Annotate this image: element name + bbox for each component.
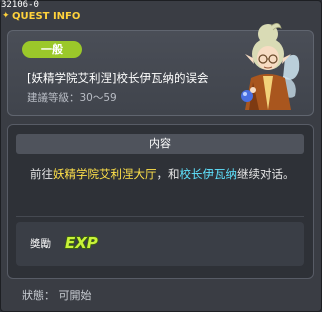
exp-reward-icon: EXP bbox=[64, 233, 98, 251]
quest-recommended-level: 建議等級：30～59 bbox=[27, 92, 117, 104]
desc-suffix: 继续对话。 bbox=[237, 167, 295, 181]
quest-id: 32106-0 bbox=[1, 0, 39, 10]
exp-reward-text: EXP bbox=[65, 234, 98, 251]
quest-name: [妖精学院艾利涅]校长伊瓦纳的误会 bbox=[27, 71, 209, 85]
desc-map-name: 妖精学院艾利涅大厅 bbox=[53, 167, 157, 181]
quest-status: 狀態： 可開始 bbox=[22, 289, 92, 302]
desc-mid: ，和 bbox=[156, 167, 180, 181]
title-star-icon: ✦ bbox=[2, 11, 10, 21]
quest-description: 前往妖精学院艾利涅大厅，和校长伊瓦纳继续对话。 bbox=[30, 164, 300, 184]
reward-label: 獎勵 bbox=[30, 238, 51, 250]
npc-portrait-icon bbox=[241, 23, 300, 110]
section-divider bbox=[16, 216, 304, 217]
reward-panel bbox=[16, 222, 304, 266]
content-section-header: 内容 bbox=[16, 134, 304, 154]
desc-npc-name: 校长伊瓦纳 bbox=[179, 167, 238, 181]
quest-category-badge: 一般 bbox=[22, 41, 82, 58]
desc-prefix: 前往 bbox=[30, 167, 53, 181]
window-title: QUEST INFO bbox=[12, 11, 81, 22]
